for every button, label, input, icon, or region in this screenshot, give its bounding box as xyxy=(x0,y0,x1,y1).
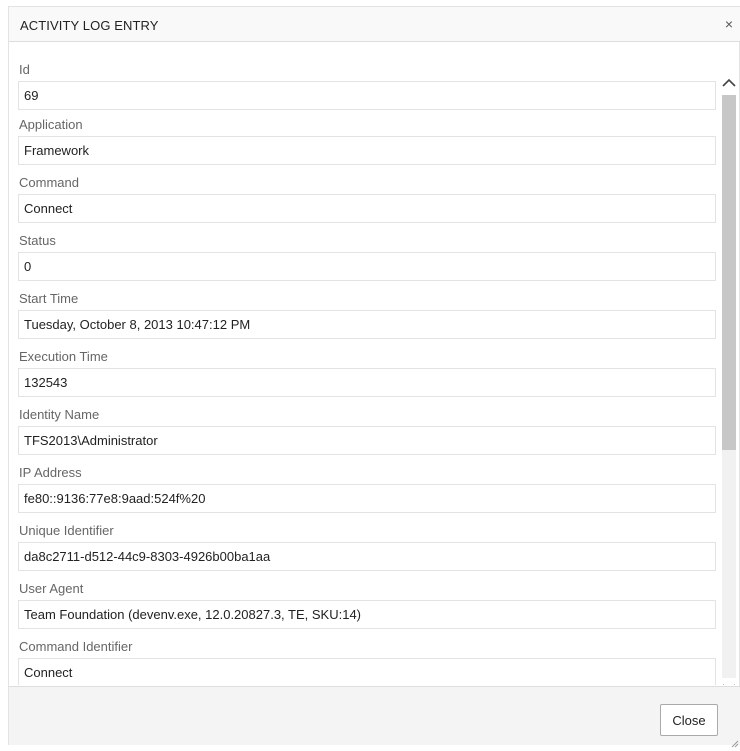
field-label: Id xyxy=(19,62,30,77)
dialog-footer: Close xyxy=(9,686,740,748)
chevron-down-icon[interactable] xyxy=(718,678,739,685)
field-start-time: Start Time Tuesday, October 8, 2013 10:4… xyxy=(18,275,718,339)
field-id: Id 69 xyxy=(18,43,718,110)
scroll-track[interactable] xyxy=(722,95,736,678)
field-value: Connect xyxy=(18,658,716,685)
field-ip-address: IP Address fe80::9136:77e8:9aad:524f%20 xyxy=(18,449,718,513)
scroll-thumb[interactable] xyxy=(722,95,736,450)
field-label: Status xyxy=(19,233,56,248)
dialog-header: ACTIVITY LOG ENTRY × xyxy=(9,7,740,42)
field-label: Command Identifier xyxy=(19,639,133,654)
field-identity-name: Identity Name TFS2013\Administrator xyxy=(18,391,718,455)
field-label: User Agent xyxy=(19,581,84,596)
activity-log-dialog: ACTIVITY LOG ENTRY × Id 69 Application F… xyxy=(8,6,740,748)
field-application: Application Framework xyxy=(18,101,718,165)
field-status: Status 0 xyxy=(18,217,718,281)
vertical-scrollbar[interactable] xyxy=(718,73,739,685)
field-label: Unique Identifier xyxy=(19,523,114,538)
field-command: Command Connect xyxy=(18,159,718,223)
dialog-body[interactable]: Id 69 Application Framework Command Conn… xyxy=(9,43,740,685)
field-label: IP Address xyxy=(19,465,82,480)
field-label: Start Time xyxy=(19,291,79,306)
field-user-agent: User Agent Team Foundation (devenv.exe, … xyxy=(18,565,718,629)
field-execution-time: Execution Time 132543 xyxy=(18,333,718,397)
close-button[interactable]: Close xyxy=(660,704,718,736)
field-label: Application xyxy=(19,117,83,132)
close-icon[interactable]: × xyxy=(720,14,738,34)
field-label: Command xyxy=(19,175,79,190)
field-label: Execution Time xyxy=(19,349,108,364)
field-list: Id 69 Application Framework Command Conn… xyxy=(18,43,718,685)
resize-grip-icon[interactable] xyxy=(731,736,739,748)
field-label: Identity Name xyxy=(19,407,100,422)
chevron-up-icon[interactable] xyxy=(718,73,739,93)
field-unique-identifier: Unique Identifier da8c2711-d512-44c9-830… xyxy=(18,507,718,571)
dialog-title: ACTIVITY LOG ENTRY xyxy=(20,18,159,33)
field-command-identifier: Command Identifier Connect xyxy=(18,623,718,685)
